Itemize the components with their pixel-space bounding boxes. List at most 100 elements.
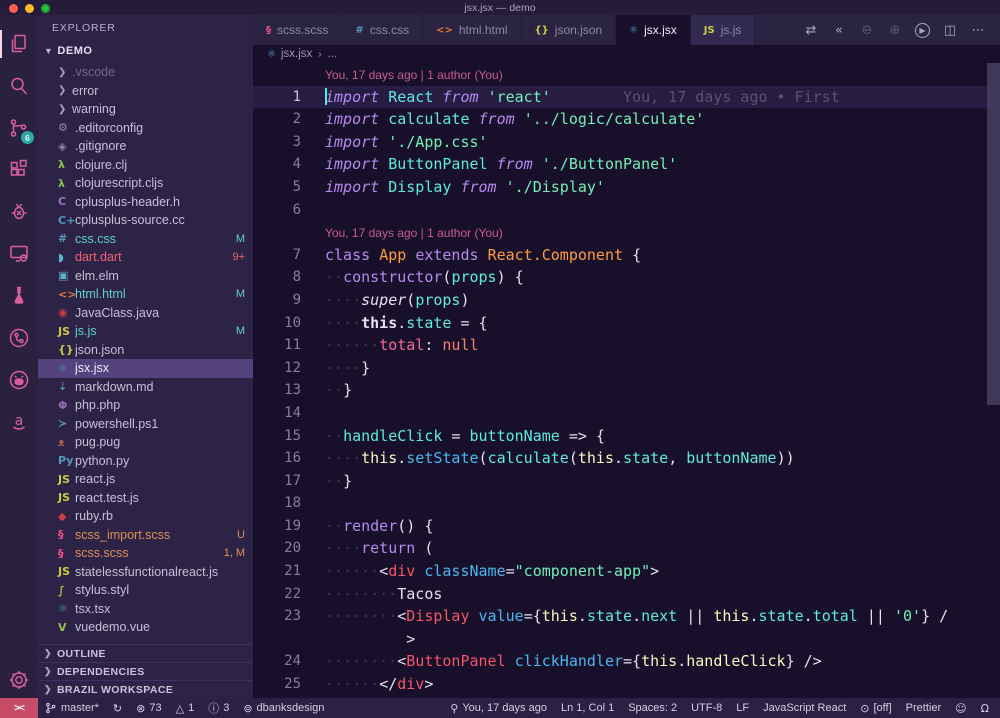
file-item-dart.dart[interactable]: ◗dart.dart9+ — [38, 248, 253, 267]
split-editor-icon[interactable]: ◫ — [938, 18, 962, 42]
file-item-react.test.js[interactable]: JSreact.test.js — [38, 489, 253, 508]
file-item-pug.pug[interactable]: ᴥpug.pug — [38, 433, 253, 452]
run-code-icon[interactable]: ▶ — [915, 23, 930, 38]
traffic-lights[interactable] — [9, 4, 50, 13]
code-tour-icon[interactable] — [4, 317, 34, 359]
aws-icon[interactable]: a — [4, 401, 34, 443]
status-errors[interactable]: ⊗73 — [129, 698, 168, 718]
file-item-stylus.styl[interactable]: ∫stylus.styl — [38, 581, 253, 600]
file-list: ❯.vscode❯error❯warning⚙.editorconfig◈.gi… — [38, 63, 253, 632]
explorer-icon[interactable] — [4, 23, 34, 65]
status-indentation[interactable]: Spaces: 2 — [621, 698, 684, 718]
source-control-icon[interactable]: 6 — [4, 107, 34, 149]
previous-change-icon[interactable]: ⊖ — [855, 18, 879, 42]
folder-root-demo[interactable]: ▼ DEMO — [38, 41, 253, 61]
file-item-cplusplus-source.cc[interactable]: C+cplusplus-source.cc — [38, 211, 253, 230]
file-item-json.json[interactable]: {}json.json — [38, 341, 253, 360]
tab-label: js.js — [721, 23, 742, 37]
file-item-powershell.ps1[interactable]: ≻powershell.ps1 — [38, 415, 253, 434]
file-item-elm.elm[interactable]: ▣elm.elm — [38, 267, 253, 286]
file-item-js.js[interactable]: JSjs.jsM — [38, 322, 253, 341]
tab-scss.scss[interactable]: §scss.scss — [253, 15, 342, 45]
codelens-annotation[interactable]: You, 17 days ago | 1 author (You) — [253, 63, 1000, 86]
open-changes-icon[interactable]: ⇄ — [799, 18, 823, 42]
next-change-icon[interactable]: ⊕ — [883, 18, 907, 42]
extensions-icon[interactable] — [4, 149, 34, 191]
status-git-branch[interactable]: master* — [38, 698, 106, 718]
file-name: stylus.styl — [75, 583, 245, 597]
status-language-mode[interactable]: JavaScript React — [756, 698, 853, 718]
status-encoding[interactable]: UTF-8 — [684, 698, 729, 718]
file-name: .gitignore — [75, 139, 245, 153]
file-item-scss.scss[interactable]: §scss.scss1, M — [38, 544, 253, 563]
file-item-python.py[interactable]: Pypython.py — [38, 452, 253, 471]
zoom-window-icon[interactable] — [41, 4, 50, 13]
code-line-1: 1import React from 'react' You, 17 days … — [253, 86, 1000, 109]
status-warnings[interactable]: △1 — [169, 698, 202, 718]
tab-js.js[interactable]: JSjs.js — [691, 15, 756, 45]
file-item-.vscode[interactable]: ❯.vscode — [38, 63, 253, 82]
code-text: import calculate from '../logic/calculat… — [301, 108, 704, 131]
status-feedback[interactable]: ☺ — [948, 698, 973, 718]
file-item-markdown.md[interactable]: ⇣markdown.md — [38, 378, 253, 397]
sidebar-section-outline[interactable]: ❯OUTLINE — [38, 644, 253, 662]
search-icon[interactable] — [4, 65, 34, 107]
tab-html.html[interactable]: <>html.html — [423, 15, 521, 45]
file-item-error[interactable]: ❯error — [38, 82, 253, 101]
file-type-icon: JS — [58, 325, 75, 338]
file-type-icon: Py — [58, 454, 75, 467]
file-item-clojure.clj[interactable]: λclojure.clj — [38, 156, 253, 175]
file-item-clojurescript.cljs[interactable]: λclojurescript.cljs — [38, 174, 253, 193]
breadcrumb-more[interactable]: ... — [328, 48, 338, 60]
file-item-react.js[interactable]: JSreact.js — [38, 470, 253, 489]
tab-css.css[interactable]: #css.css — [342, 15, 423, 45]
file-item-scss_import.scss[interactable]: §scss_import.scssU — [38, 526, 253, 545]
more-actions-icon[interactable]: ⋯ — [966, 18, 990, 42]
editor-scrollbar[interactable] — [987, 63, 1000, 405]
code-editor[interactable]: You, 17 days ago | 1 author (You)1import… — [253, 63, 1000, 698]
status-eol[interactable]: LF — [729, 698, 756, 718]
close-window-icon[interactable] — [9, 4, 18, 13]
explorer-sidebar: EXPLORER ▼ DEMO ❯.vscode❯error❯warning⚙.… — [38, 15, 253, 698]
file-item-cplusplus-header.h[interactable]: Ccplusplus-header.h — [38, 193, 253, 212]
file-item-html.html[interactable]: <>html.htmlM — [38, 285, 253, 304]
file-item-tsx.tsx[interactable]: ⚛tsx.tsx — [38, 600, 253, 619]
back-icon[interactable]: « — [827, 18, 851, 42]
status-sync[interactable]: ↻ — [106, 698, 129, 718]
tab-jsx.jsx[interactable]: ⚛jsx.jsx — [616, 15, 691, 45]
test-flask-icon[interactable] — [4, 275, 34, 317]
file-item-.gitignore[interactable]: ◈.gitignore — [38, 137, 253, 156]
sidebar-section-dependencies[interactable]: ❯DEPENDENCIES — [38, 662, 253, 680]
status-screencast-mode[interactable]: ⊙[off] — [853, 698, 898, 718]
status-last-commit[interactable]: ⚲You, 17 days ago — [443, 698, 554, 718]
remote-indicator[interactable]: >< — [0, 698, 38, 718]
file-item-ruby.rb[interactable]: ◆ruby.rb — [38, 507, 253, 526]
file-item-css.css[interactable]: #css.cssM — [38, 230, 253, 249]
status-infos[interactable]: ⓘ3 — [201, 698, 236, 718]
file-item-warning[interactable]: ❯warning — [38, 100, 253, 119]
file-item-jsx.jsx[interactable]: ⚛jsx.jsx — [38, 359, 253, 378]
debug-icon[interactable] — [4, 191, 34, 233]
breadcrumb-file[interactable]: jsx.jsx — [281, 48, 312, 60]
codelens-annotation[interactable]: You, 17 days ago | 1 author (You) — [253, 221, 1000, 244]
status-github-account[interactable]: ⊚dbanksdesign — [236, 698, 331, 718]
tab-json.json[interactable]: {}json.json — [522, 15, 617, 45]
breadcrumb[interactable]: ⚛ jsx.jsx › ... — [253, 45, 1000, 63]
file-item-vuedemo.vue[interactable]: Vvuedemo.vue — [38, 618, 253, 632]
file-item-statelessfunctionalreact.js[interactable]: JSstatelessfunctionalreact.js — [38, 563, 253, 582]
code-line-18: 18 — [253, 492, 1000, 515]
file-item-php.php[interactable]: Φphp.php — [38, 396, 253, 415]
status-formatter[interactable]: Prettier — [899, 698, 948, 718]
file-item-.editorconfig[interactable]: ⚙.editorconfig — [38, 119, 253, 138]
code-text: import './App.css' — [301, 131, 488, 154]
remote-explorer-icon[interactable] — [4, 233, 34, 275]
line-number: 4 — [253, 153, 301, 176]
file-item-JavaClass.java[interactable]: ◉JavaClass.java — [38, 304, 253, 323]
minimize-window-icon[interactable] — [25, 4, 34, 13]
sidebar-section-brazil-workspace[interactable]: ❯BRAZIL WORKSPACE — [38, 680, 253, 698]
file-name: css.css — [75, 232, 232, 246]
status-cursor-position[interactable]: Ln 1, Col 1 — [554, 698, 621, 718]
settings-gear-icon[interactable] — [0, 668, 38, 692]
github-icon[interactable] — [4, 359, 34, 401]
status-notifications-bell[interactable]: Ω — [974, 698, 996, 718]
